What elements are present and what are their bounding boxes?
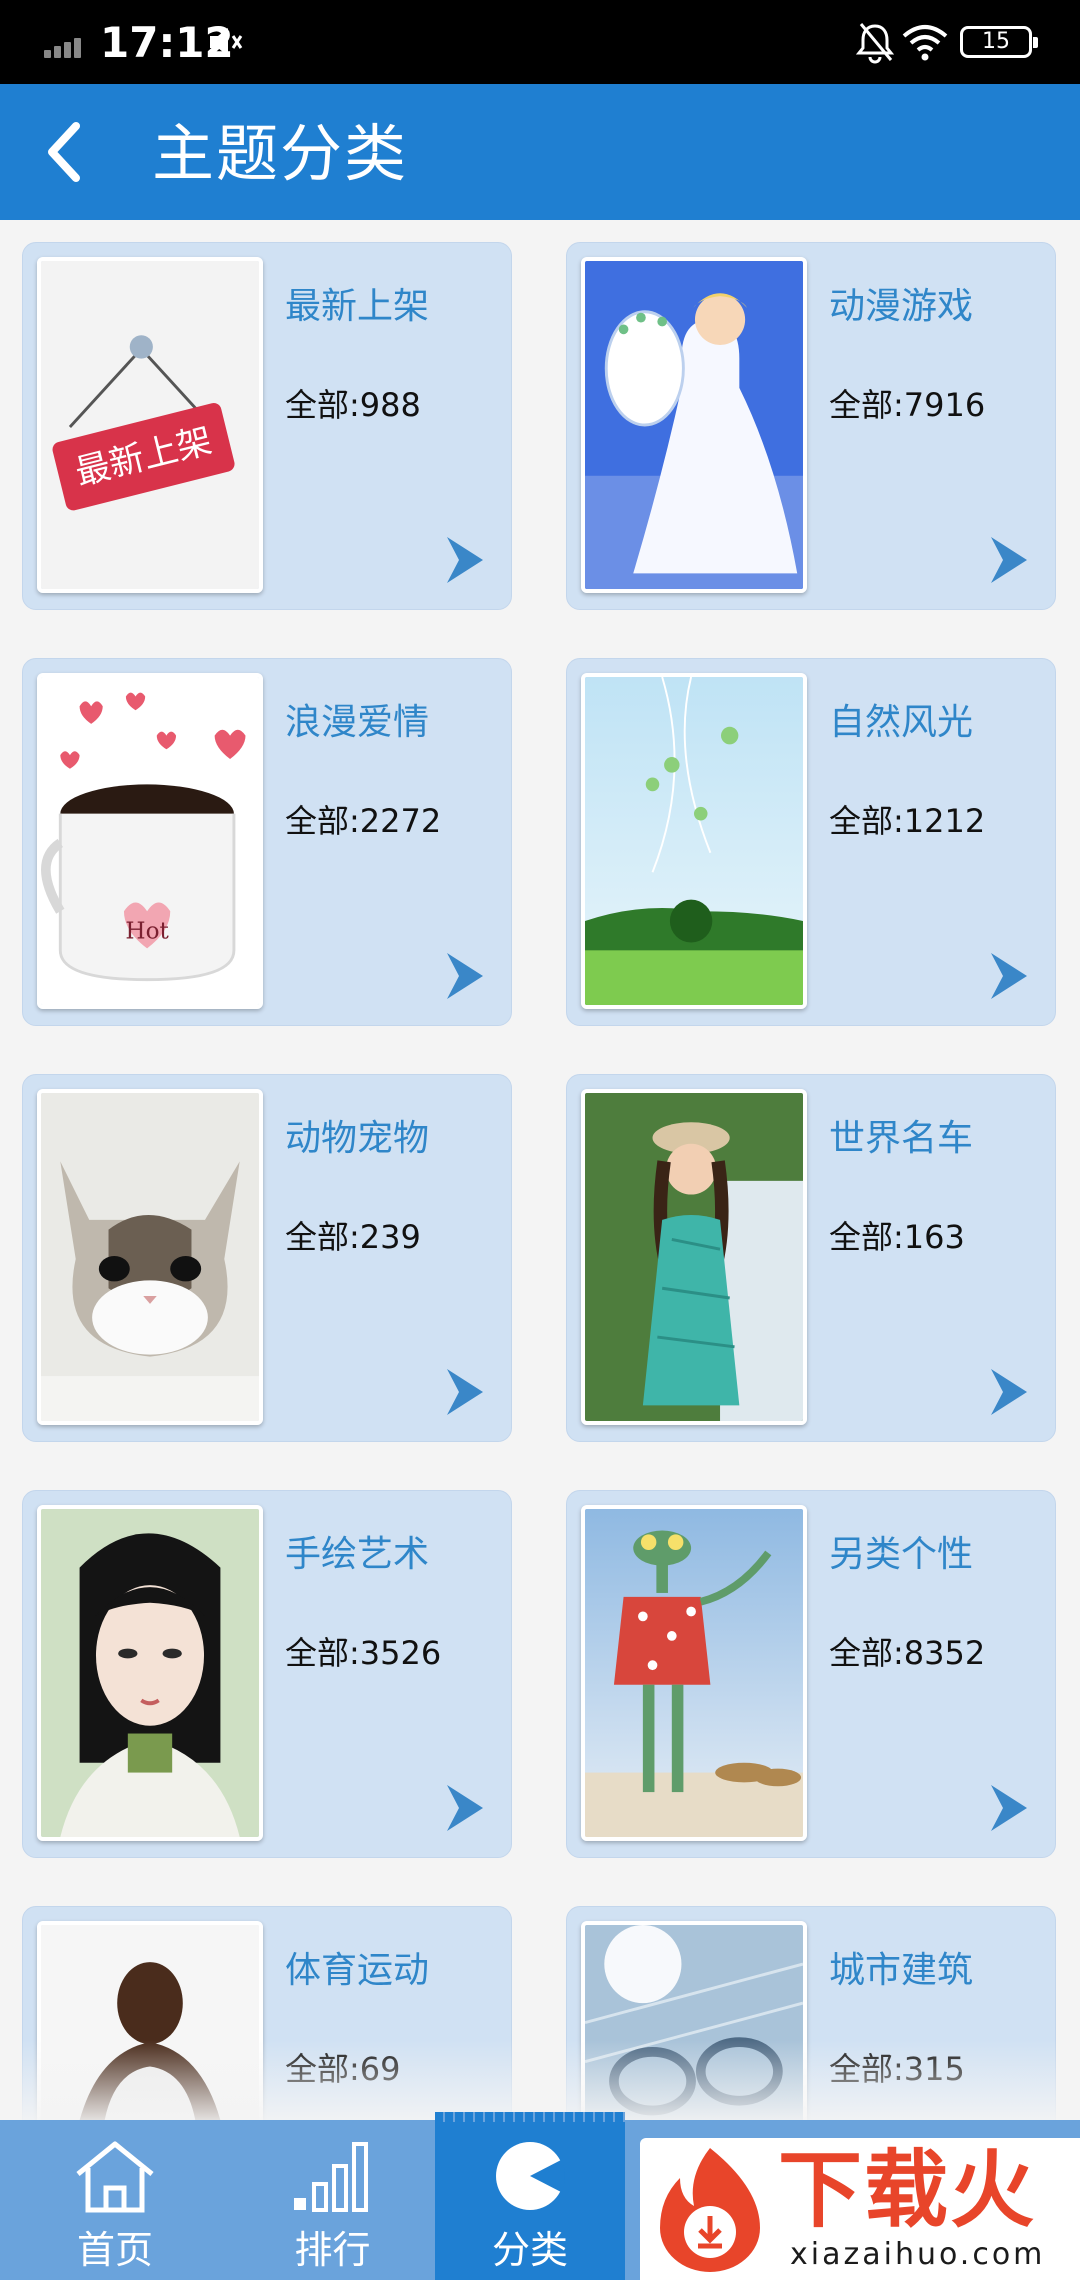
back-arrow-icon[interactable] — [30, 112, 110, 192]
page-title: 主题分类 — [152, 117, 409, 190]
category-thumbnail — [581, 257, 807, 593]
battery-icon: 15 — [960, 26, 1038, 58]
chevron-right-icon — [991, 1369, 1027, 1415]
category-count: 全部:1212 — [829, 802, 986, 840]
category-count: 全部:163 — [829, 1218, 965, 1256]
nav-home[interactable]: 首页 — [0, 2120, 230, 2280]
battery-level: 15 — [982, 29, 1010, 54]
nav-home-label: 首页 — [76, 2228, 153, 2272]
fire-logo-icon — [660, 2148, 760, 2272]
category-name: 世界名车 — [829, 1118, 974, 1159]
category-name: 浪漫爱情 — [285, 702, 430, 743]
category-card-anime[interactable]: 动漫游戏 全部:7916 — [566, 242, 1056, 610]
chevron-right-icon — [991, 1785, 1027, 1831]
signal-icon — [44, 34, 92, 58]
chevron-right-icon — [447, 953, 483, 999]
category-count: 全部:7916 — [829, 386, 986, 424]
category-card-nature[interactable]: 自然风光 全部:1212 — [566, 658, 1056, 1026]
category-thumbnail — [581, 1089, 807, 1425]
category-count: 全部:69 — [285, 2050, 401, 2088]
category-card-romance[interactable]: Hot 浪漫爱情 全部:2272 — [22, 658, 512, 1026]
wifi-icon — [902, 25, 948, 61]
watermark-logo: 下载火 xiazaihuo.com — [640, 2138, 1080, 2280]
category-icon — [496, 2142, 565, 2210]
category-card-pets[interactable]: 动物宠物 全部:239 — [22, 1074, 512, 1442]
category-name: 城市建筑 — [829, 1950, 974, 1991]
category-card-newest[interactable]: 最新上架 最新上架 全部:988 — [22, 242, 512, 610]
ranking-icon — [293, 2142, 368, 2212]
category-thumbnail: 最新上架 — [37, 257, 263, 593]
category-count: 全部:239 — [285, 1218, 421, 1256]
chevron-right-icon — [991, 953, 1027, 999]
category-thumbnail — [581, 1505, 807, 1841]
chevron-right-icon — [447, 537, 483, 583]
nav-ranking-label: 排行 — [294, 2228, 371, 2272]
category-name: 最新上架 — [285, 286, 430, 327]
category-name: 自然风光 — [829, 702, 974, 743]
category-name: 动漫游戏 — [829, 286, 974, 327]
home-icon — [76, 2141, 154, 2213]
watermark-site: xiazaihuo.com — [790, 2237, 1046, 2272]
category-count: 全部:3526 — [285, 1634, 442, 1672]
category-count: 全部:2272 — [285, 802, 442, 840]
category-name: 手绘艺术 — [285, 1534, 430, 1575]
category-count: 全部:988 — [285, 386, 421, 424]
nav-category[interactable]: 分类 — [435, 2112, 625, 2280]
category-card-cars[interactable]: 世界名车 全部:163 — [566, 1074, 1056, 1442]
notification-off-icon — [855, 23, 895, 64]
category-thumbnail — [581, 1921, 807, 2120]
category-count: 全部:8352 — [829, 1634, 986, 1672]
thumb-hot-label: Hot — [125, 917, 169, 944]
category-name: 另类个性 — [829, 1534, 974, 1575]
chevron-right-icon — [991, 537, 1027, 583]
watermark-brand: 下载火 — [778, 2141, 1037, 2239]
category-card-alternative[interactable]: 另类个性 全部:8352 — [566, 1490, 1056, 1858]
vibrate-mute-icon — [210, 28, 243, 56]
app-header: 主题分类 — [0, 84, 1080, 220]
category-card-architecture[interactable]: 城市建筑 全部:315 — [566, 1906, 1056, 2120]
category-card-sports[interactable]: 体育运动 全部:69 — [22, 1906, 512, 2120]
category-grid: 最新上架 最新上架 全部:988 动漫游戏 全部:7916 Hot 浪漫爱情 全… — [0, 220, 1080, 2120]
category-thumbnail — [37, 1921, 263, 2120]
category-thumbnail — [581, 673, 807, 1009]
chevron-right-icon — [447, 1369, 483, 1415]
status-bar: 17:12 15 — [0, 0, 1080, 84]
category-card-art[interactable]: 手绘艺术 全部:3526 — [22, 1490, 512, 1858]
category-count: 全部:315 — [829, 2050, 965, 2088]
category-thumbnail — [37, 1505, 263, 1841]
category-name: 体育运动 — [285, 1950, 430, 1991]
category-thumbnail — [37, 1089, 263, 1425]
category-thumbnail: Hot — [37, 673, 263, 1009]
nav-ranking[interactable]: 排行 — [230, 2120, 435, 2280]
category-name: 动物宠物 — [285, 1118, 430, 1159]
chevron-right-icon — [447, 1785, 483, 1831]
nav-category-label: 分类 — [491, 2228, 568, 2272]
